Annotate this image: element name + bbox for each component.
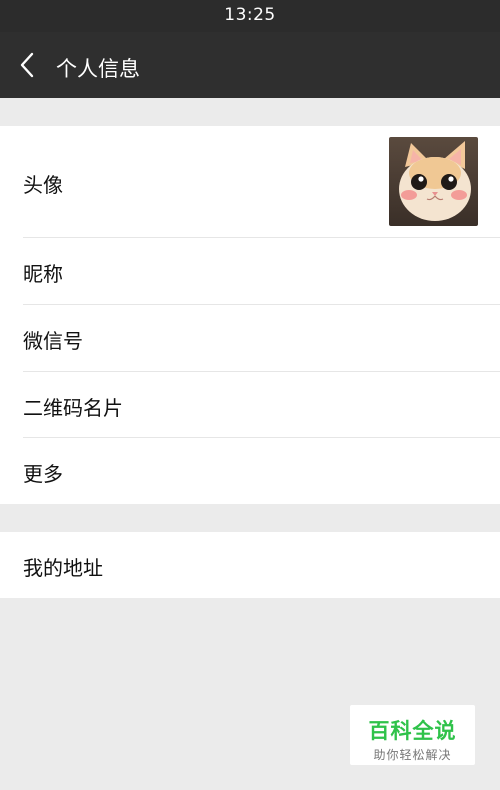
avatar[interactable] — [389, 137, 478, 226]
nickname-row[interactable]: 昵称 — [0, 238, 500, 304]
status-time: 13:25 — [224, 5, 276, 25]
watermark-subtitle: 助你轻松解决 — [373, 748, 452, 762]
more-row[interactable]: 更多 — [0, 438, 500, 504]
chevron-left-icon — [10, 46, 46, 84]
navigation-bar: 个人信息 — [0, 32, 500, 98]
my-address-label: 我的地址 — [23, 556, 103, 580]
watermark-logo: 百科全说 助你轻松解决 — [350, 705, 475, 765]
page-title: 个人信息 — [56, 57, 140, 81]
back-button[interactable] — [10, 46, 46, 84]
qr-code-card-row[interactable]: 二维码名片 — [0, 372, 500, 438]
status-bar: 13:25 — [0, 0, 500, 32]
wechat-id-row[interactable]: 微信号 — [0, 305, 500, 371]
my-address-row[interactable]: 我的地址 — [0, 532, 500, 598]
nickname-label: 昵称 — [23, 262, 63, 286]
wechat-id-label: 微信号 — [23, 329, 83, 353]
qr-code-card-label: 二维码名片 — [23, 396, 123, 420]
profile-info-group: 头像 昵称 微信号 二维码名片 更多 — [0, 126, 500, 504]
avatar-row[interactable]: 头像 — [0, 126, 500, 237]
watermark-title: 百科全说 — [368, 719, 457, 743]
avatar-label: 头像 — [23, 173, 63, 197]
more-label: 更多 — [23, 462, 63, 486]
address-group: 我的地址 — [0, 532, 500, 598]
